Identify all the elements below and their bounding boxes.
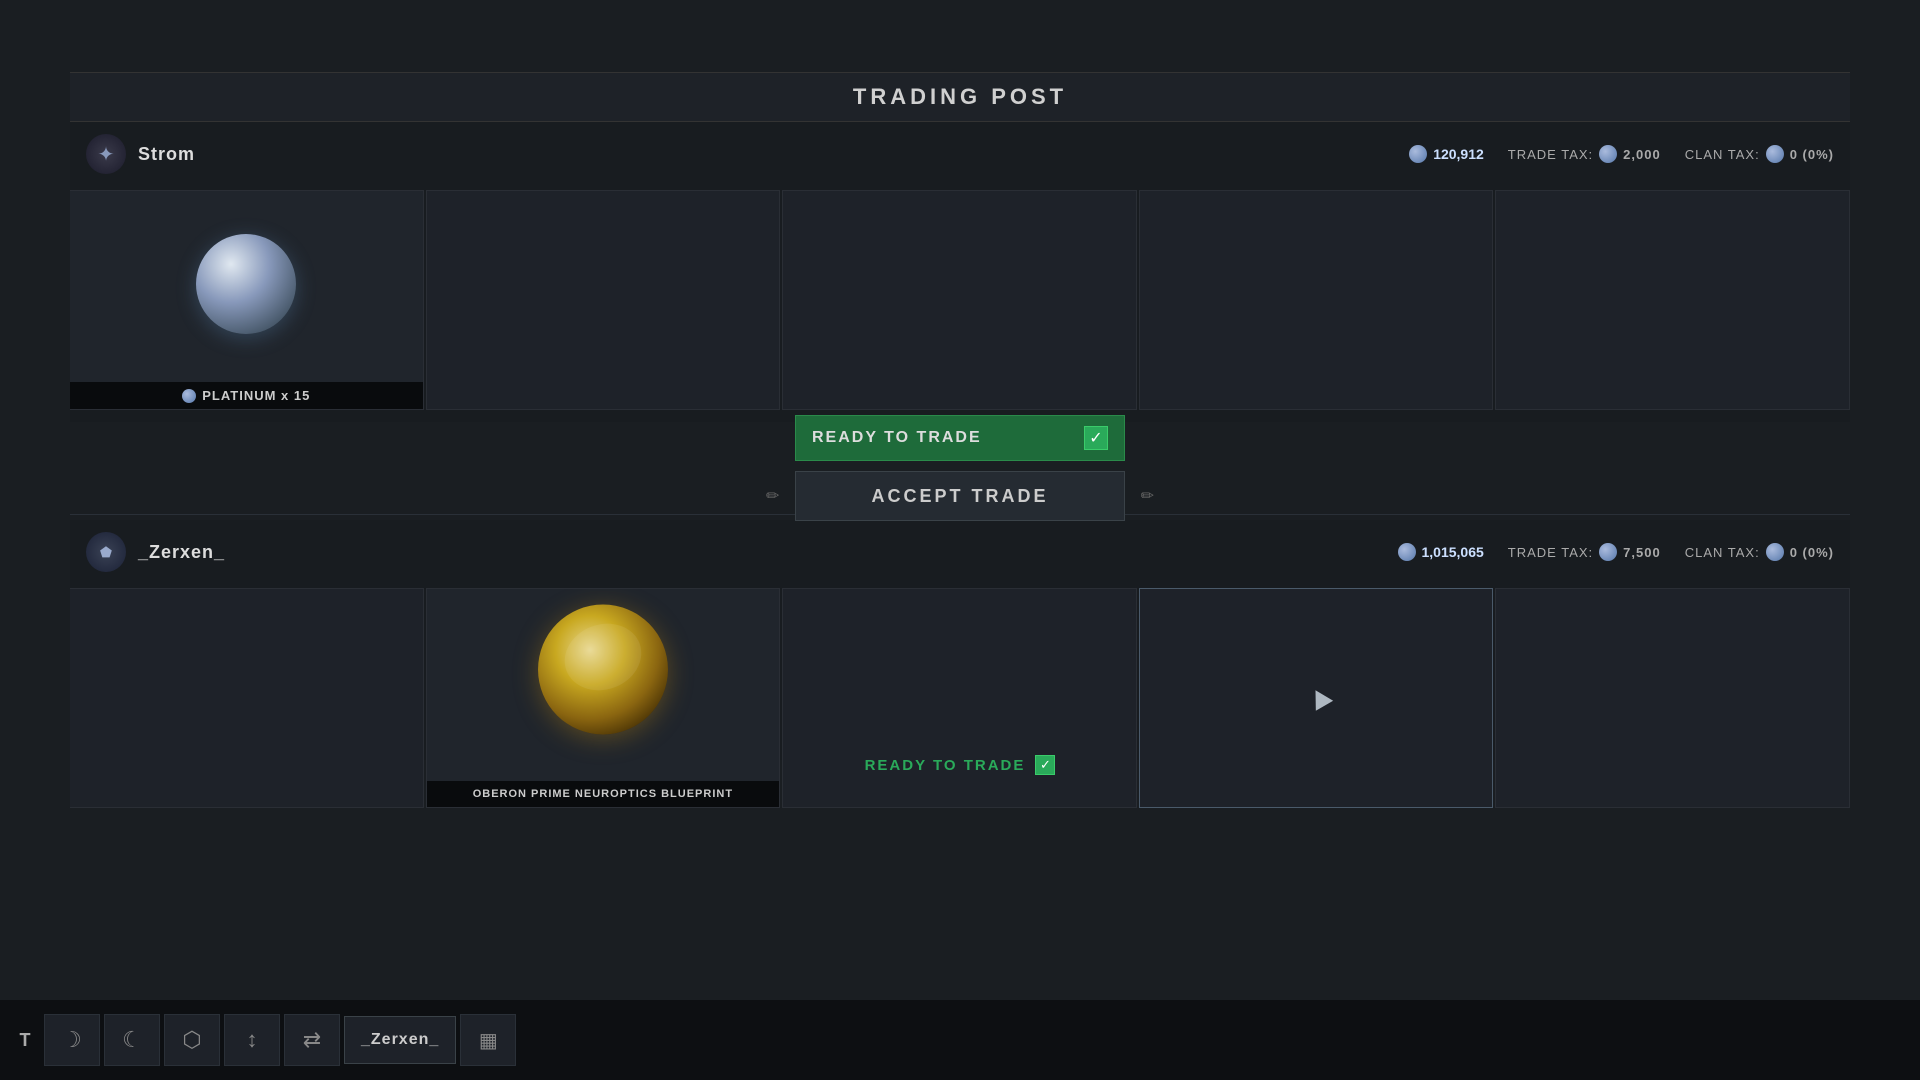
nav-icon-2[interactable]: ☾: [104, 1014, 160, 1066]
player1-slots: PLATINUM x 15: [70, 186, 1850, 414]
nav-username[interactable]: _Zerxen_: [344, 1016, 456, 1064]
ready-bottom-label: READY TO TRADE: [865, 757, 1026, 774]
player1-platinum: 120,912: [1433, 146, 1484, 162]
player2-slot2-label: OBERON PRIME NEUROPTICS BLUEPRINT: [427, 781, 780, 807]
player1-slot1-label: PLATINUM x 15: [70, 382, 423, 409]
player1-stats: 120,912 TRADE TAX: 2,000 CLAN TAX: 0 (0%…: [1409, 145, 1834, 163]
player2-platinum: 1,015,065: [1422, 544, 1484, 560]
nav-icon-4[interactable]: ↕: [224, 1014, 280, 1066]
ready-bottom-checkmark: ✓: [1035, 755, 1055, 775]
player1-slot-1[interactable]: PLATINUM x 15: [70, 190, 424, 410]
ready-bottom-check-icon: ✓: [1040, 757, 1051, 773]
nav-text-t[interactable]: T: [10, 1010, 40, 1070]
checkmark-icon: ✓: [1089, 428, 1102, 448]
player2-clan-tax: CLAN TAX: 0 (0%): [1685, 543, 1834, 561]
accept-label: ACCEPT TRADE: [871, 486, 1048, 507]
nav-icon-3[interactable]: ⬡: [164, 1014, 220, 1066]
player2-slot-3[interactable]: [782, 588, 1137, 808]
player2-name: _Zerxen_: [138, 542, 225, 563]
accept-trade-button[interactable]: ✏ ACCEPT TRADE ✏: [795, 471, 1125, 521]
player1-slot-5[interactable]: [1495, 190, 1850, 410]
nav-menu-symbol: ▦: [479, 1028, 498, 1053]
nav-icon-4-symbol: ↕: [247, 1027, 258, 1053]
platinum-icon-p2: [1398, 543, 1416, 561]
oberon-sphere: [538, 605, 668, 735]
player1-header: ✦ Strom 120,912 TRADE TAX: 2,000 CLAN TA…: [70, 122, 1850, 186]
nav-icon-5[interactable]: ⇄: [284, 1014, 340, 1066]
player1-name: Strom: [138, 144, 195, 165]
platinum-icon-clan2: [1766, 543, 1784, 561]
pencil-right-icon: ✏: [1141, 486, 1154, 506]
platinum-icon-clan1: [1766, 145, 1784, 163]
middle-controls: READY TO TRADE ✓ ✏ ACCEPT TRADE ✏: [70, 415, 1850, 521]
player2-section: ⬟ _Zerxen_ 1,015,065 TRADE TAX: 7,500 CL…: [70, 520, 1850, 760]
player2-slot-5[interactable]: [1495, 588, 1850, 808]
player1-clan-tax-value: 0 (0%): [1790, 147, 1834, 162]
nav-icon-1[interactable]: ☽: [44, 1014, 100, 1066]
player1-name-area: ✦ Strom: [86, 134, 195, 174]
nav-icon-5-symbol: ⇄: [303, 1027, 321, 1053]
ready-to-trade-button[interactable]: READY TO TRADE ✓: [795, 415, 1125, 461]
player2-ready-area: READY TO TRADE ✓: [70, 755, 1850, 775]
player2-trade-tax: TRADE TAX: 7,500: [1508, 543, 1661, 561]
nav-menu-icon[interactable]: ▦: [460, 1014, 516, 1066]
ready-checkmark: ✓: [1084, 426, 1108, 450]
player2-slots: OBERON PRIME NEUROPTICS BLUEPRINT: [70, 584, 1850, 812]
screen-title: TRADING POST: [853, 84, 1067, 110]
bottom-nav: T ☽ ☾ ⬡ ↕ ⇄ _Zerxen_ ▦: [0, 1000, 1920, 1080]
player1-slot-3[interactable]: [782, 190, 1137, 410]
trading-post-screen: TRADING POST ✦ Strom 120,912 TRADE TAX: …: [0, 0, 1920, 1080]
player1-trade-tax: TRADE TAX: 2,000: [1508, 145, 1661, 163]
player2-stats: 1,015,065 TRADE TAX: 7,500 CLAN TAX: 0 (…: [1398, 543, 1835, 561]
player2-slot-2[interactable]: OBERON PRIME NEUROPTICS BLUEPRINT: [426, 588, 781, 808]
nav-icon-1-symbol: ☽: [62, 1027, 82, 1053]
pencil-left-icon: ✏: [766, 486, 779, 506]
nav-icon-2-symbol: ☾: [122, 1027, 142, 1053]
player2-slot-4[interactable]: [1139, 588, 1494, 808]
player2-balance: 1,015,065: [1398, 543, 1484, 561]
player1-clan-tax: CLAN TAX: 0 (0%): [1685, 145, 1834, 163]
player1-clan-tax-label: CLAN TAX:: [1685, 147, 1760, 162]
platinum-sphere: [196, 234, 296, 334]
player1-slot-2[interactable]: [426, 190, 781, 410]
player2-slot-1[interactable]: [70, 588, 424, 808]
platinum-icon-tax1: [1599, 145, 1617, 163]
platinum-icon-p1: [1409, 145, 1427, 163]
player2-clan-tax-label: CLAN TAX:: [1685, 545, 1760, 560]
plat-label-icon: [182, 389, 196, 403]
player1-section: ✦ Strom 120,912 TRADE TAX: 2,000 CLAN TA…: [70, 122, 1850, 422]
player1-trade-tax-label: TRADE TAX:: [1508, 147, 1593, 162]
player2-trade-tax-label: TRADE TAX:: [1508, 545, 1593, 560]
ready-label: READY TO TRADE: [812, 429, 982, 447]
title-bar: TRADING POST: [70, 72, 1850, 122]
player1-avatar: ✦: [86, 134, 126, 174]
player1-slot-4[interactable]: [1139, 190, 1494, 410]
player2-trade-tax-value: 7,500: [1623, 545, 1661, 560]
nav-icon-3-symbol: ⬡: [182, 1027, 201, 1053]
player2-avatar: ⬟: [86, 532, 126, 572]
player2-name-area: ⬟ _Zerxen_: [86, 532, 225, 572]
cursor-indicator: [1310, 689, 1330, 707]
player2-header: ⬟ _Zerxen_ 1,015,065 TRADE TAX: 7,500 CL…: [70, 520, 1850, 584]
player1-balance: 120,912: [1409, 145, 1484, 163]
platinum-icon-tax2: [1599, 543, 1617, 561]
player1-trade-tax-value: 2,000: [1623, 147, 1661, 162]
oberon-sphere-inner: [538, 605, 668, 735]
player2-clan-tax-value: 0 (0%): [1790, 545, 1834, 560]
